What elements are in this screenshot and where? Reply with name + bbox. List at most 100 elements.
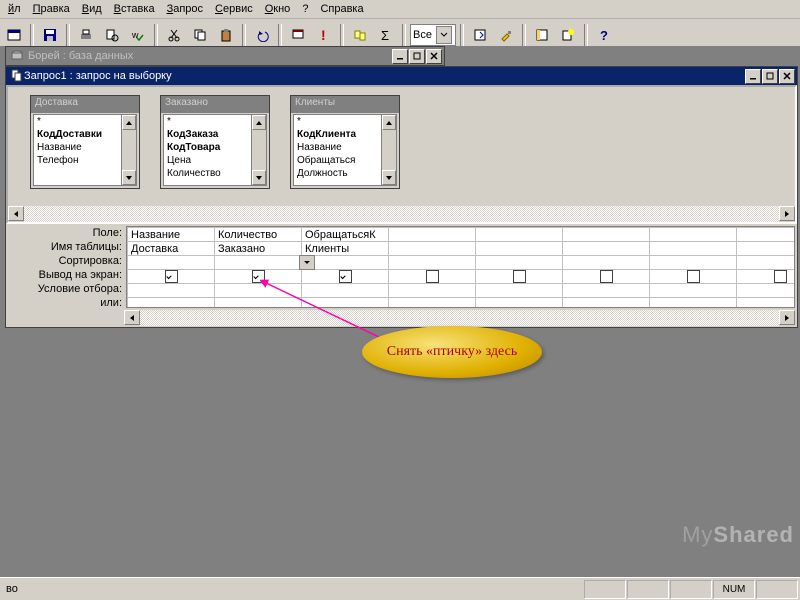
grid-cell[interactable] (215, 298, 302, 309)
minimize-button[interactable] (392, 49, 408, 64)
field-list[interactable]: *КодКлиентаНазваниеОбращатьсяДолжность (293, 114, 383, 186)
grid-cell[interactable] (650, 270, 737, 284)
menu-item[interactable]: ? (296, 2, 314, 16)
cell-dropdown-icon[interactable] (299, 255, 315, 270)
grid-cell[interactable] (737, 298, 796, 309)
grid-cell[interactable]: Доставка (128, 242, 215, 256)
table-box[interactable]: Клиенты*КодКлиентаНазваниеОбращатьсяДолж… (290, 95, 400, 189)
show-checkbox[interactable] (252, 270, 265, 283)
db-window[interactable]: Борей : база данных (5, 46, 445, 66)
builder-icon[interactable] (494, 23, 518, 47)
table-title[interactable]: Заказано (161, 96, 269, 113)
properties-icon[interactable] (468, 23, 492, 47)
grid-cell[interactable] (389, 284, 476, 298)
show-checkbox[interactable] (339, 270, 352, 283)
grid-cell[interactable] (563, 284, 650, 298)
grid-cell[interactable] (563, 228, 650, 242)
grid-cell[interactable] (215, 256, 302, 270)
print-preview-icon[interactable] (100, 23, 124, 47)
grid-cell[interactable] (737, 242, 796, 256)
cut-icon[interactable] (162, 23, 186, 47)
grid-cell[interactable] (563, 298, 650, 309)
paste-icon[interactable] (214, 23, 238, 47)
menu-item[interactable]: Окно (259, 2, 297, 16)
vscrollbar[interactable] (381, 114, 397, 186)
show-checkbox[interactable] (165, 270, 178, 283)
grid-cell[interactable] (389, 256, 476, 270)
grid-cell[interactable] (650, 256, 737, 270)
grid-cell[interactable] (476, 228, 563, 242)
query-diagram-pane[interactable]: Доставка*КодДоставкиНазваниеТелефон Заказ… (6, 85, 797, 224)
field-item[interactable]: Обращаться (294, 154, 382, 167)
menu-item[interactable]: йл (2, 2, 27, 16)
spellcheck-icon[interactable]: w (126, 23, 150, 47)
run-icon[interactable]: ! (312, 23, 336, 47)
grid-cell[interactable] (650, 284, 737, 298)
grid-cell[interactable]: Количество (215, 228, 302, 242)
grid-cell[interactable] (650, 228, 737, 242)
query-window-titlebar[interactable]: Запрос1 : запрос на выборку (6, 67, 797, 85)
grid-cell[interactable] (128, 270, 215, 284)
show-checkbox[interactable] (687, 270, 700, 283)
hscrollbar[interactable] (124, 310, 795, 326)
grid-cell[interactable] (476, 256, 563, 270)
field-list[interactable]: *КодЗаказаКодТовараЦенаКоличество (163, 114, 253, 186)
field-item[interactable]: Телефон (34, 154, 122, 167)
menu-item[interactable]: Сервис (209, 2, 259, 16)
table-title[interactable]: Клиенты (291, 96, 399, 113)
return-combo[interactable]: Все (410, 24, 456, 46)
scroll-down-icon[interactable] (382, 170, 396, 185)
dbwindow-icon[interactable] (530, 23, 554, 47)
showtable-icon[interactable] (348, 23, 372, 47)
scroll-up-icon[interactable] (252, 115, 266, 130)
grid-cell[interactable] (476, 270, 563, 284)
chevron-down-icon[interactable] (436, 26, 452, 44)
grid-cell[interactable] (215, 284, 302, 298)
grid-cell[interactable] (737, 284, 796, 298)
scroll-down-icon[interactable] (122, 170, 136, 185)
vscrollbar[interactable] (251, 114, 267, 186)
grid-cell[interactable] (476, 242, 563, 256)
scroll-up-icon[interactable] (382, 115, 396, 130)
field-item[interactable]: Название (294, 141, 382, 154)
grid-cell[interactable] (563, 270, 650, 284)
db-window-titlebar[interactable]: Борей : база данных (6, 47, 392, 65)
grid-cell[interactable]: Клиенты (302, 242, 389, 256)
show-checkbox[interactable] (513, 270, 526, 283)
totals-icon[interactable]: Σ (374, 23, 398, 47)
field-list[interactable]: *КодДоставкиНазваниеТелефон (33, 114, 123, 186)
grid-cell[interactable]: ОбращатьсяК (302, 228, 389, 242)
field-item[interactable]: * (294, 115, 382, 128)
scroll-right-icon[interactable] (779, 206, 795, 221)
menu-item[interactable]: Правка (27, 2, 76, 16)
maximize-button[interactable] (762, 69, 778, 84)
field-item[interactable]: Название (34, 141, 122, 154)
grid-cell[interactable] (737, 228, 796, 242)
hscrollbar[interactable] (8, 206, 795, 222)
close-button[interactable] (426, 49, 442, 64)
grid-cell[interactable] (563, 256, 650, 270)
close-button[interactable] (779, 69, 795, 84)
grid-cell[interactable] (563, 242, 650, 256)
query-grid[interactable]: НазваниеКоличествоОбращатьсяКДоставкаЗак… (126, 226, 795, 308)
save-icon[interactable] (38, 23, 62, 47)
field-item[interactable]: Количество (164, 167, 252, 180)
scroll-right-icon[interactable] (779, 310, 795, 325)
newobject-icon[interactable] (556, 23, 580, 47)
grid-cell[interactable] (302, 270, 389, 284)
grid-cell[interactable] (737, 256, 796, 270)
field-item[interactable]: КодЗаказа (164, 128, 252, 141)
grid-cell[interactable] (302, 284, 389, 298)
menu-item[interactable]: Справка (314, 2, 369, 16)
field-item[interactable]: Должность (294, 167, 382, 180)
undo-icon[interactable] (250, 23, 274, 47)
maximize-button[interactable] (409, 49, 425, 64)
table-title[interactable]: Доставка (31, 96, 139, 113)
grid-cell[interactable] (389, 270, 476, 284)
grid-cell[interactable] (650, 298, 737, 309)
minimize-button[interactable] (745, 69, 761, 84)
grid-cell[interactable] (389, 228, 476, 242)
grid-cell[interactable] (737, 270, 796, 284)
field-item[interactable]: Цена (164, 154, 252, 167)
scroll-left-icon[interactable] (8, 206, 24, 221)
